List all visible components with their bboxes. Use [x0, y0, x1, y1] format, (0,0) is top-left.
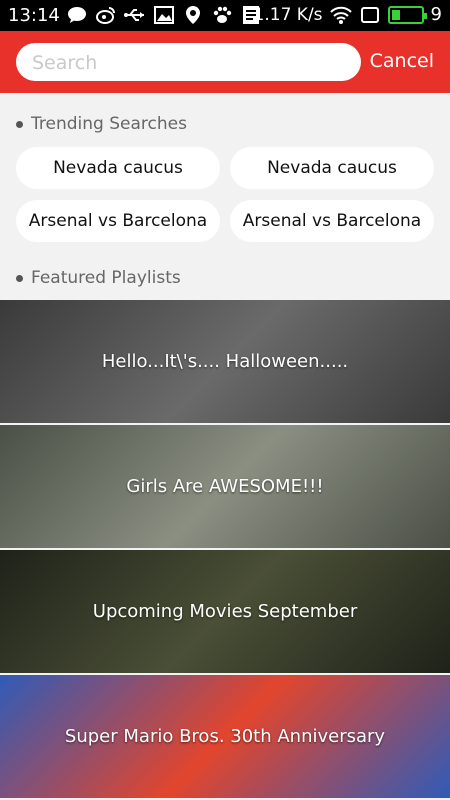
featured-playlists-title: Featured Playlists [31, 268, 181, 288]
playlist-card[interactable]: Girls Are AWESOME!!! [0, 425, 450, 548]
trending-chip[interactable]: Nevada caucus [230, 147, 434, 189]
playlist-card[interactable]: Upcoming Movies September [0, 550, 450, 673]
trending-searches-title: Trending Searches [31, 114, 187, 134]
chat-bubble-icon [66, 5, 88, 25]
image-icon [153, 5, 175, 25]
playlist-title: Hello...It\'s.... Halloween..... [101, 351, 349, 372]
search-header: Cancel [0, 31, 450, 93]
wifi-icon [329, 5, 352, 25]
bullet-icon [16, 274, 23, 282]
search-input[interactable] [30, 43, 351, 83]
search-box[interactable] [16, 43, 361, 83]
weibo-icon [95, 5, 117, 25]
status-right: 1.17 K/s 9 [254, 4, 442, 25]
notification-icons [66, 5, 262, 25]
trending-chip[interactable]: Arsenal vs Barcelona [16, 200, 220, 242]
playlist-title: Super Mario Bros. 30th Anniversary [64, 726, 386, 747]
bullet-icon [16, 120, 23, 128]
playlist-card[interactable]: Hello...It\'s.... Halloween..... [0, 300, 450, 423]
featured-playlists-heading: Featured Playlists [16, 268, 181, 288]
status-bar: 13:14 1.17 K/s 9 [0, 0, 450, 31]
location-icon [182, 5, 204, 25]
playlist-title: Upcoming Movies September [92, 601, 358, 622]
trending-chip[interactable]: Arsenal vs Barcelona [230, 200, 434, 242]
network-speed: 1.17 K/s [253, 4, 323, 25]
trending-searches-heading: Trending Searches [16, 114, 187, 134]
battery-icon [387, 5, 427, 24]
paw-icon [211, 5, 233, 25]
trending-chip[interactable]: Nevada caucus [16, 147, 220, 189]
sim-icon [359, 5, 381, 25]
usb-icon [124, 5, 146, 25]
battery-level: 9 [430, 4, 442, 25]
playlist-title: Girls Are AWESOME!!! [126, 476, 324, 497]
cancel-button[interactable]: Cancel [370, 50, 434, 72]
status-time: 13:14 [8, 5, 60, 26]
playlist-card[interactable]: Super Mario Bros. 30th Anniversary [0, 675, 450, 798]
